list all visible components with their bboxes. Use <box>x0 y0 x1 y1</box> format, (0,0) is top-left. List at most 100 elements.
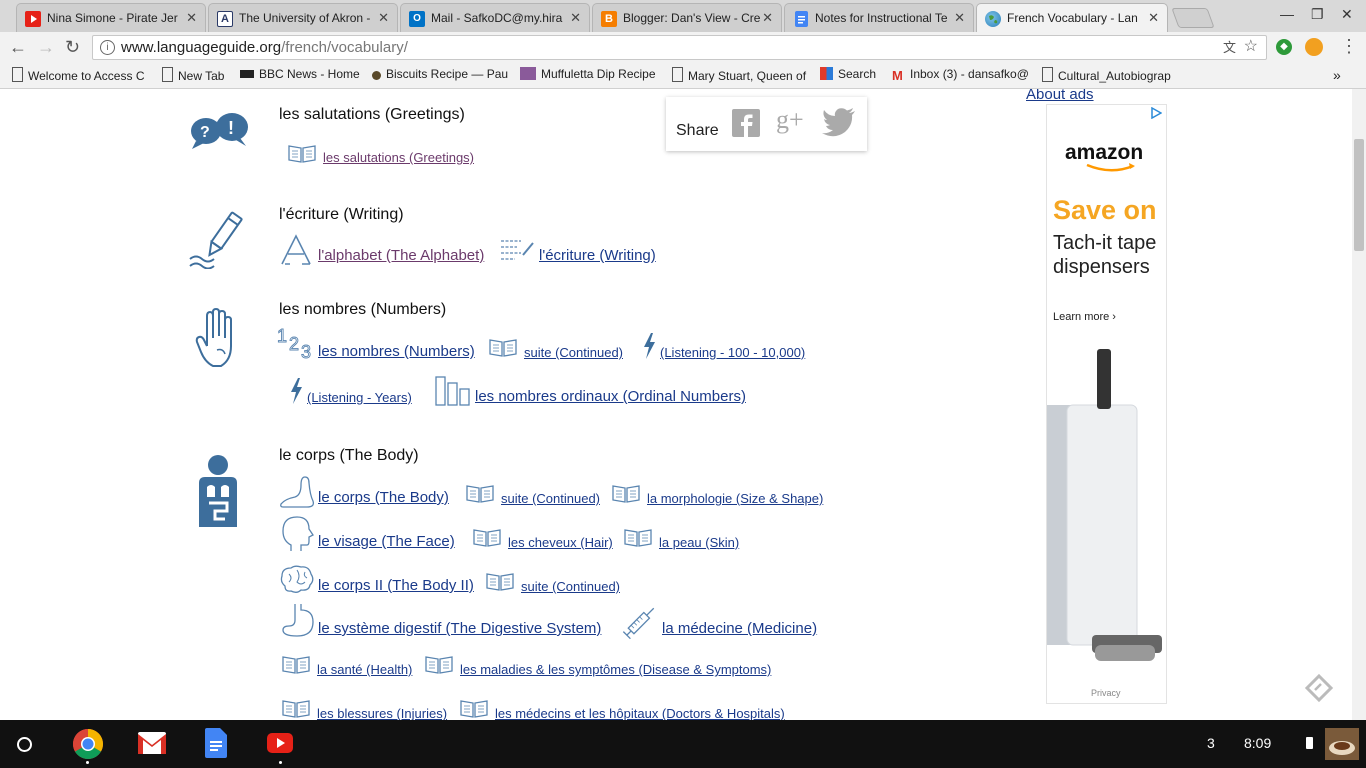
address-bar[interactable]: i www.languageguide.org/french/vocabular… <box>92 35 1267 60</box>
google-docs-icon[interactable] <box>205 728 227 758</box>
bookmark-item[interactable]: Biscuits Recipe — Pau <box>372 67 510 81</box>
link-body[interactable]: le corps (The Body) <box>318 489 449 506</box>
bookmark-star-icon[interactable]: ☆ <box>1244 35 1258 58</box>
tab-youtube[interactable]: Nina Simone - Pirate Jer ✕ <box>16 3 206 32</box>
link-doctors-hospitals[interactable]: les médecins et les hôpitaux (Doctors & … <box>495 706 785 720</box>
reload-icon[interactable]: ↻ <box>65 37 80 58</box>
link-size-shape[interactable]: la morphologie (Size & Shape) <box>647 491 823 506</box>
ad-headline: Save on <box>1053 195 1157 225</box>
bookmark-item[interactable]: Mary Stuart, Queen of <box>672 67 808 83</box>
speech-bubbles-icon: ? ! <box>191 113 248 149</box>
writing-lines-icon <box>501 240 534 260</box>
link-numbers[interactable]: les nombres (Numbers) <box>318 343 475 360</box>
book-icon <box>288 145 316 163</box>
alphabet-icon <box>281 234 311 265</box>
link-greetings[interactable]: les salutations (Greetings) <box>323 150 474 165</box>
minimize-icon[interactable]: — <box>1280 6 1294 22</box>
more-bookmarks-icon[interactable]: » <box>1333 67 1341 83</box>
menu-icon[interactable]: ⋮ <box>1340 36 1358 57</box>
stomach-icon <box>282 604 314 637</box>
tab-mail[interactable]: O Mail - SafkoDC@my.hira ✕ <box>400 3 590 32</box>
link-numbers-continued[interactable]: suite (Continued) <box>524 345 623 360</box>
bookmark-item[interactable]: M Inbox (3) - dansafko@ <box>892 67 1032 82</box>
counting-hand-icon <box>195 308 232 367</box>
page-icon <box>12 67 23 82</box>
book-icon <box>624 529 652 547</box>
feedly-float-icon[interactable] <box>1304 673 1334 703</box>
ad-privacy-link[interactable]: Privacy <box>1091 688 1121 698</box>
link-alphabet[interactable]: l'alphabet (The Alphabet) <box>318 247 484 264</box>
user-avatar[interactable] <box>1325 728 1359 760</box>
battery-icon[interactable] <box>1306 737 1313 749</box>
chrome-icon[interactable] <box>72 728 104 760</box>
link-body-2-continued[interactable]: suite (Continued) <box>521 579 620 594</box>
adchoices-icon[interactable] <box>1150 107 1162 119</box>
close-window-icon[interactable]: ✕ <box>1341 6 1353 23</box>
amazon-smile-icon <box>1086 163 1135 172</box>
close-tab-icon[interactable]: ✕ <box>1148 10 1159 26</box>
book-icon <box>466 485 494 503</box>
close-tab-icon[interactable]: ✕ <box>570 10 581 26</box>
bookmark-item[interactable]: New Tab <box>162 67 234 83</box>
book-icon <box>489 339 517 357</box>
maximize-icon[interactable]: ❐ <box>1311 6 1324 23</box>
twitter-icon[interactable] <box>822 107 856 137</box>
link-body-2[interactable]: le corps II (The Body II) <box>318 577 474 594</box>
forward-arrow-icon[interactable]: → <box>37 37 55 58</box>
bookmark-item[interactable]: BBC News - Home <box>240 67 362 81</box>
close-tab-icon[interactable]: ✕ <box>186 10 197 26</box>
pen-writing-icon <box>189 211 243 269</box>
link-writing[interactable]: l'écriture (Writing) <box>539 247 656 264</box>
bookmark-item[interactable]: Welcome to Access C <box>12 67 150 83</box>
link-ordinal-numbers[interactable]: les nombres ordinaux (Ordinal Numbers) <box>475 388 746 405</box>
book-icon <box>612 485 640 503</box>
bookmark-item[interactable]: Search <box>820 67 882 81</box>
bookmark-item[interactable]: Muffuletta Dip Recipe <box>520 67 660 81</box>
link-body-continued[interactable]: suite (Continued) <box>501 491 600 506</box>
scrollbar-thumb[interactable] <box>1354 139 1364 251</box>
bbc-icon <box>240 70 254 78</box>
ad-cta[interactable]: Learn more › <box>1053 311 1116 323</box>
running-indicator <box>86 761 89 764</box>
tab-akron[interactable]: A The University of Akron - ✕ <box>208 3 398 32</box>
close-tab-icon[interactable]: ✕ <box>954 10 965 26</box>
link-hair[interactable]: les cheveux (Hair) <box>508 535 613 550</box>
close-tab-icon[interactable]: ✕ <box>762 10 773 26</box>
notification-count[interactable]: 3 <box>1207 735 1215 751</box>
tab-notes[interactable]: Notes for Instructional Te ✕ <box>784 3 974 32</box>
tab-french-vocabulary[interactable]: French Vocabulary - Lan ✕ <box>976 3 1168 32</box>
rss-extension-icon[interactable] <box>1305 38 1323 56</box>
section-heading-numbers: les nombres (Numbers) <box>279 301 447 318</box>
link-face[interactable]: le visage (The Face) <box>318 533 455 550</box>
back-arrow-icon[interactable]: ← <box>9 37 27 58</box>
browser-toolbar: ← → ↻ i www.languageguide.org/french/voc… <box>0 32 1366 63</box>
link-skin[interactable]: la peau (Skin) <box>659 535 739 550</box>
about-ads-link[interactable]: About ads <box>1026 89 1094 103</box>
new-tab-button[interactable] <box>1171 8 1215 28</box>
launcher-icon[interactable] <box>17 737 32 752</box>
brain-icon <box>280 565 314 593</box>
link-listening-years[interactable]: (Listening - Years) <box>307 390 412 405</box>
link-injuries[interactable]: les blessures (Injuries) <box>317 706 447 720</box>
amazon-ad[interactable]: amazon Save on Tach-it tape dispensers L… <box>1046 104 1167 704</box>
facebook-icon[interactable] <box>732 109 760 137</box>
page-icon <box>162 67 173 82</box>
translate-icon[interactable]: 文 <box>1223 36 1236 59</box>
feedly-extension-icon[interactable]: ◆ <box>1276 39 1292 55</box>
gmail-icon[interactable] <box>137 731 167 755</box>
clock[interactable]: 8:09 <box>1244 735 1271 751</box>
info-icon[interactable]: i <box>100 40 115 55</box>
ordinal-bars-icon <box>435 376 470 406</box>
link-disease-symptoms[interactable]: les maladies & les symptômes (Disease & … <box>460 662 771 677</box>
link-health[interactable]: la santé (Health) <box>317 662 412 677</box>
link-medicine[interactable]: la médecine (Medicine) <box>662 620 817 637</box>
bookmark-item[interactable]: Cultural_Autobiograp <box>1042 67 1182 83</box>
youtube-icon[interactable] <box>267 733 293 753</box>
link-digestive-system[interactable]: le système digestif (The Digestive Syste… <box>318 620 601 637</box>
google-plus-icon[interactable]: g+ <box>776 105 804 135</box>
tab-blogger[interactable]: B Blogger: Dan's View - Cre ✕ <box>592 3 782 32</box>
link-listening-100-10000[interactable]: (Listening - 100 - 10,000) <box>660 345 805 360</box>
close-tab-icon[interactable]: ✕ <box>378 10 389 26</box>
wifi-icon[interactable] <box>1282 737 1298 750</box>
globe-icon <box>985 11 1001 27</box>
